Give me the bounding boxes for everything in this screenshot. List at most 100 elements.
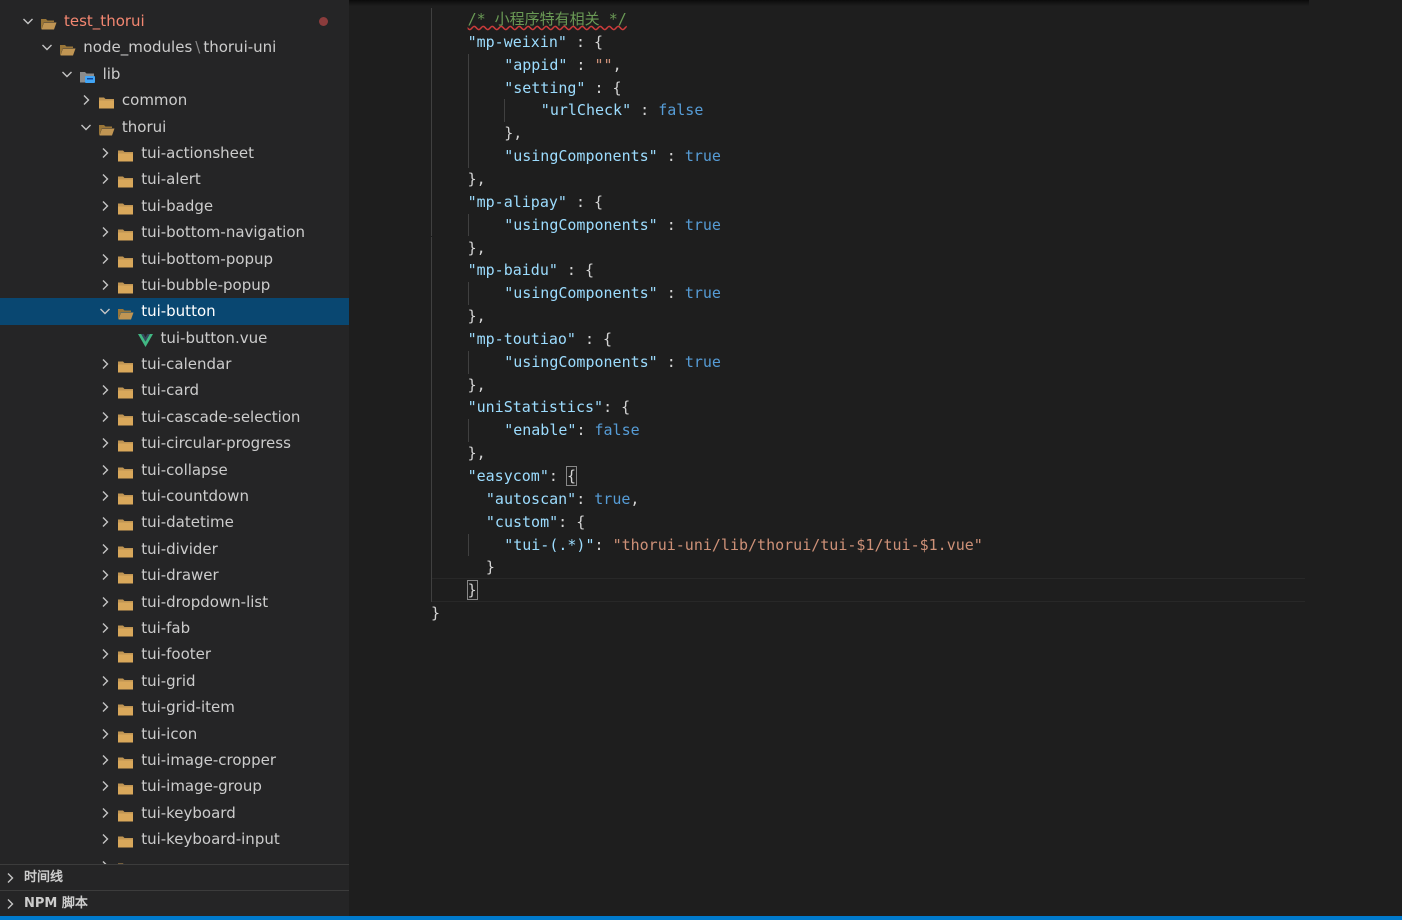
twistie[interactable] — [97, 536, 113, 562]
tree-folder-item[interactable]: tui-button — [0, 298, 349, 325]
twistie[interactable] — [97, 404, 113, 430]
tree-folder-item[interactable]: tui-footer — [0, 641, 349, 667]
twistie[interactable] — [59, 61, 75, 87]
twistie[interactable] — [20, 8, 36, 34]
code-line: "mp-alipay" : { — [468, 191, 603, 214]
twistie[interactable] — [97, 430, 113, 456]
twistie[interactable] — [39, 34, 55, 60]
twistie[interactable] — [97, 615, 113, 641]
tree-folder-item[interactable]: tui-drawer — [0, 562, 349, 588]
timeline-panel-header[interactable]: 时间线 — [0, 864, 349, 891]
tree-folder-item[interactable]: tui-alert — [0, 166, 349, 192]
npm-scripts-panel-header[interactable]: NPM 脚本 — [0, 890, 349, 916]
tree-folder-item[interactable]: node_modules \ thorui-uni — [0, 34, 349, 60]
twistie[interactable] — [97, 800, 113, 826]
tree-folder-item[interactable]: lib — [0, 61, 349, 87]
tree-item-label: tui-datetime — [141, 509, 234, 535]
tree-folder-item[interactable]: tui-bubble-popup — [0, 272, 349, 298]
twistie[interactable] — [97, 721, 113, 747]
code-token: : — [657, 215, 685, 234]
twistie[interactable] — [97, 351, 113, 377]
code-line: "uniStatistics": { — [468, 396, 631, 419]
npm-scripts-panel-title: NPM 脚本 — [24, 896, 88, 911]
tree-folder-item[interactable]: tui-fab — [0, 615, 349, 641]
line-number — [349, 8, 399, 31]
tree-folder-item[interactable]: tui-circular-progress — [0, 430, 349, 456]
tree-folder-item[interactable]: tui-collapse — [0, 457, 349, 483]
tree-folder-item[interactable]: tui-bottom-popup — [0, 246, 349, 272]
tree-folder-item[interactable]: test_thorui — [0, 8, 349, 34]
tree-folder-item[interactable]: tui-keyboard-input — [0, 826, 349, 852]
tree-folder-item[interactable]: tui-divider — [0, 536, 349, 562]
tree-item-name: tui-grid — [141, 671, 196, 690]
twistie[interactable] — [97, 298, 113, 324]
tree-item-name: tui-badge — [141, 196, 214, 215]
indent-guide — [431, 487, 432, 511]
tree-folder-item[interactable]: tui-cascade-selection — [0, 404, 349, 430]
folder-icon — [117, 277, 134, 294]
folder-icon — [117, 726, 134, 743]
code-editor[interactable]: /* 小程序特有相关 */"mp-weixin" : {"appid" : ""… — [349, 0, 1402, 916]
twistie[interactable] — [97, 377, 113, 403]
tree-item-label: tui-calendar — [141, 351, 231, 377]
twistie[interactable] — [97, 562, 113, 588]
chevron-right-icon — [102, 359, 109, 370]
twistie[interactable] — [97, 826, 113, 852]
tree-folder-item[interactable]: tui-bottom-navigation — [0, 219, 349, 245]
tree-file-item[interactable]: tui-button.vue — [0, 325, 349, 351]
tree-folder-item[interactable]: tui-badge — [0, 193, 349, 219]
tree-folder-item[interactable] — [0, 853, 349, 864]
twistie[interactable] — [97, 509, 113, 535]
code-token: } — [485, 558, 495, 577]
tree-folder-item[interactable]: tui-image-cropper — [0, 747, 349, 773]
tree-item-name: tui-collapse — [141, 460, 228, 479]
code-token: } — [431, 604, 441, 623]
twistie[interactable] — [97, 272, 113, 298]
tree-item-name: tui-calendar — [141, 355, 232, 374]
tree-folder-item[interactable]: tui-dropdown-list — [0, 589, 349, 615]
twistie[interactable] — [97, 668, 113, 694]
tree-item-name: tui-keyboard-input — [141, 830, 280, 849]
twistie[interactable] — [97, 641, 113, 667]
file-tree[interactable]: test_thorui node_modules \ thorui-uni lib com… — [0, 8, 349, 864]
tree-folder-item[interactable]: tui-icon — [0, 721, 349, 747]
line-number — [349, 579, 399, 602]
code-token: "enable" — [504, 421, 577, 440]
twistie[interactable] — [97, 747, 113, 773]
tree-folder-item[interactable]: common — [0, 87, 349, 113]
tree-folder-item[interactable]: tui-image-group — [0, 773, 349, 799]
twistie[interactable] — [97, 773, 113, 799]
twistie[interactable] — [97, 853, 113, 864]
tree-folder-item[interactable]: thorui — [0, 114, 349, 140]
tree-item-label: thorui — [122, 114, 166, 140]
twistie[interactable] — [97, 219, 113, 245]
twistie[interactable] — [78, 87, 94, 113]
twistie[interactable] — [97, 193, 113, 219]
tree-folder-item[interactable]: tui-calendar — [0, 351, 349, 377]
tree-folder-item[interactable]: tui-datetime — [0, 509, 349, 535]
twistie[interactable] — [97, 246, 113, 272]
tree-folder-item[interactable]: tui-grid — [0, 668, 349, 694]
code-token: false — [594, 421, 640, 440]
tree-folder-item[interactable]: tui-keyboard — [0, 800, 349, 826]
tree-folder-item[interactable]: tui-grid-item — [0, 694, 349, 720]
code-line: "enable": false — [504, 419, 639, 442]
twistie[interactable] — [97, 140, 113, 166]
tree-folder-item[interactable]: tui-card — [0, 377, 349, 403]
indent-guide — [467, 145, 469, 168]
folder-icon — [117, 673, 134, 690]
code-line: }, — [504, 122, 522, 145]
twistie[interactable] — [97, 457, 113, 483]
twistie[interactable] — [97, 483, 113, 509]
twistie[interactable] — [78, 114, 94, 140]
chevron-right-icon — [102, 174, 109, 185]
twistie[interactable] — [97, 166, 113, 192]
tree-item-label: tui-alert — [141, 166, 201, 192]
twistie[interactable] — [97, 694, 113, 720]
tree-item-name: tui-button.vue — [160, 328, 268, 347]
indent-guide — [467, 213, 469, 237]
tree-folder-item[interactable]: tui-actionsheet — [0, 140, 349, 166]
tree-folder-item[interactable]: tui-countdown — [0, 483, 349, 509]
chevron-down-icon — [42, 44, 53, 51]
twistie[interactable] — [97, 589, 113, 615]
